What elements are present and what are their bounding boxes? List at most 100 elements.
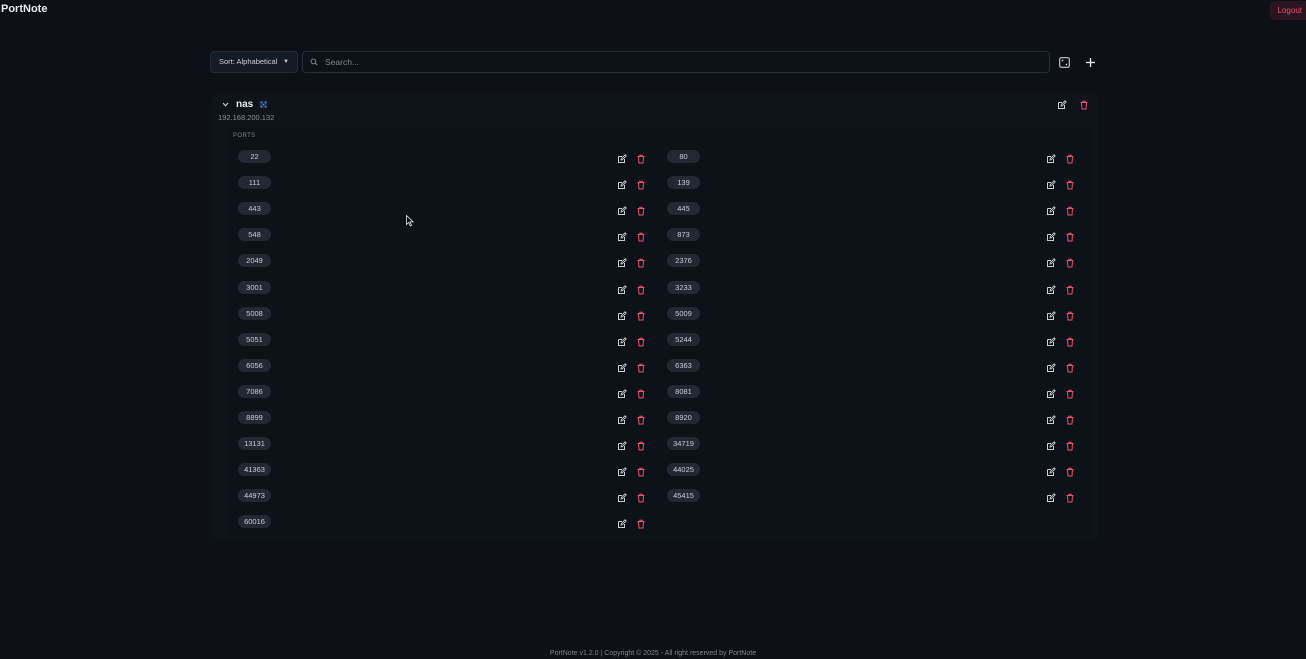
edit-icon[interactable] bbox=[617, 516, 627, 529]
port-number[interactable]: 8899 bbox=[238, 411, 271, 424]
edit-icon[interactable] bbox=[1046, 282, 1056, 294]
port-number[interactable]: 5009 bbox=[667, 306, 700, 320]
trash-icon[interactable] bbox=[636, 151, 646, 164]
edit-icon[interactable] bbox=[617, 360, 627, 372]
trash-icon[interactable] bbox=[1065, 386, 1075, 399]
edit-icon[interactable] bbox=[617, 229, 627, 242]
trash-icon[interactable] bbox=[636, 255, 646, 268]
edit-icon[interactable] bbox=[1046, 151, 1056, 163]
port-number[interactable]: 445 bbox=[667, 202, 700, 216]
trash-icon[interactable] bbox=[1065, 490, 1075, 503]
port-number[interactable]: 548 bbox=[238, 228, 271, 242]
edit-icon[interactable] bbox=[1046, 177, 1056, 190]
port-number[interactable]: 139 bbox=[667, 176, 700, 190]
trash-icon[interactable] bbox=[1065, 360, 1075, 373]
port-number[interactable]: 6363 bbox=[667, 358, 700, 372]
trash-icon[interactable] bbox=[636, 438, 646, 451]
port-number[interactable]: 44973 bbox=[238, 489, 271, 503]
trash-icon[interactable] bbox=[1065, 412, 1075, 425]
port-number[interactable]: 13131 bbox=[238, 437, 271, 451]
port-number[interactable]: 5244 bbox=[667, 332, 700, 346]
trash-icon[interactable] bbox=[636, 229, 646, 242]
trash-icon[interactable] bbox=[636, 308, 646, 321]
port-number[interactable]: 80 bbox=[667, 150, 700, 163]
port-row: 44025 bbox=[657, 461, 1082, 479]
edit-icon[interactable] bbox=[1046, 308, 1056, 320]
port-number[interactable]: 2376 bbox=[667, 254, 700, 268]
edit-icon[interactable] bbox=[617, 203, 627, 216]
edit-icon[interactable] bbox=[617, 308, 627, 320]
chevron-down-icon[interactable] bbox=[221, 100, 230, 109]
trash-icon[interactable] bbox=[1065, 229, 1075, 242]
port-number[interactable]: 8920 bbox=[667, 411, 700, 424]
edit-icon[interactable] bbox=[1046, 334, 1056, 346]
edit-icon[interactable] bbox=[1046, 464, 1056, 477]
port-number[interactable]: 443 bbox=[238, 202, 271, 216]
port-number[interactable]: 5051 bbox=[238, 332, 271, 346]
edit-icon[interactable] bbox=[1046, 203, 1056, 216]
sort-dropdown[interactable]: Sort: Alphabetical ▼ bbox=[210, 51, 298, 73]
edit-icon[interactable] bbox=[617, 438, 627, 451]
trash-icon[interactable] bbox=[1065, 464, 1075, 477]
trash-icon[interactable] bbox=[1065, 438, 1075, 451]
trash-icon[interactable] bbox=[636, 386, 646, 399]
edit-icon[interactable] bbox=[1046, 490, 1056, 503]
trash-icon[interactable] bbox=[1065, 177, 1075, 190]
edit-icon[interactable] bbox=[1046, 412, 1056, 424]
plus-icon bbox=[1085, 57, 1095, 67]
port-number[interactable]: 6056 bbox=[238, 358, 271, 372]
trash-icon[interactable] bbox=[1065, 203, 1075, 216]
trash-icon[interactable] bbox=[636, 490, 646, 503]
trash-icon[interactable] bbox=[1065, 282, 1075, 294]
port-number[interactable]: 5008 bbox=[238, 306, 271, 320]
port-number[interactable]: 34719 bbox=[667, 437, 700, 451]
edit-icon[interactable] bbox=[617, 177, 627, 190]
trash-icon[interactable] bbox=[1065, 255, 1075, 268]
edit-icon[interactable] bbox=[617, 464, 627, 477]
edit-icon[interactable] bbox=[1046, 360, 1056, 372]
port-number[interactable]: 3233 bbox=[667, 280, 700, 294]
edit-icon[interactable] bbox=[617, 412, 627, 424]
edit-icon[interactable] bbox=[617, 490, 627, 503]
trash-icon[interactable] bbox=[636, 177, 646, 190]
port-number[interactable]: 7086 bbox=[238, 384, 271, 398]
edit-icon[interactable] bbox=[617, 334, 627, 346]
trash-icon[interactable] bbox=[636, 282, 646, 294]
trash-icon[interactable] bbox=[636, 360, 646, 373]
trash-icon[interactable] bbox=[636, 464, 646, 477]
trash-icon[interactable] bbox=[1079, 100, 1089, 110]
edit-icon[interactable] bbox=[617, 386, 627, 398]
edit-icon[interactable] bbox=[1046, 229, 1056, 242]
edit-icon[interactable] bbox=[1057, 100, 1067, 110]
add-server-button[interactable] bbox=[1080, 52, 1100, 72]
trash-icon[interactable] bbox=[636, 334, 646, 347]
port-number[interactable]: 3001 bbox=[238, 280, 271, 294]
trash-icon[interactable] bbox=[636, 412, 646, 425]
port-number[interactable]: 45415 bbox=[667, 489, 700, 503]
edit-icon[interactable] bbox=[617, 282, 627, 294]
port-number[interactable]: 44025 bbox=[667, 463, 700, 477]
trash-icon[interactable] bbox=[1065, 334, 1075, 347]
search-input[interactable] bbox=[325, 52, 1045, 72]
sort-label: Sort: Alphabetical bbox=[219, 57, 278, 66]
trash-icon[interactable] bbox=[636, 516, 646, 529]
edit-icon[interactable] bbox=[617, 255, 627, 268]
port-number[interactable]: 873 bbox=[667, 228, 700, 242]
trash-icon[interactable] bbox=[1065, 308, 1075, 321]
trash-icon[interactable] bbox=[636, 203, 646, 216]
port-row: 443 bbox=[228, 200, 653, 218]
port-number[interactable]: 111 bbox=[238, 176, 271, 190]
logout-button[interactable]: Logout bbox=[1269, 1, 1306, 20]
edit-icon[interactable] bbox=[1046, 386, 1056, 398]
port-number[interactable]: 60016 bbox=[238, 515, 271, 529]
port-number[interactable]: 8081 bbox=[667, 384, 700, 398]
random-port-button[interactable] bbox=[1054, 52, 1074, 72]
trash-icon[interactable] bbox=[1065, 151, 1075, 164]
port-number[interactable]: 2049 bbox=[238, 254, 271, 268]
port-row: 445 bbox=[657, 200, 1082, 218]
edit-icon[interactable] bbox=[1046, 255, 1056, 268]
port-number[interactable]: 41363 bbox=[238, 463, 271, 477]
edit-icon[interactable] bbox=[617, 151, 627, 163]
port-number[interactable]: 22 bbox=[238, 150, 271, 163]
edit-icon[interactable] bbox=[1046, 438, 1056, 451]
